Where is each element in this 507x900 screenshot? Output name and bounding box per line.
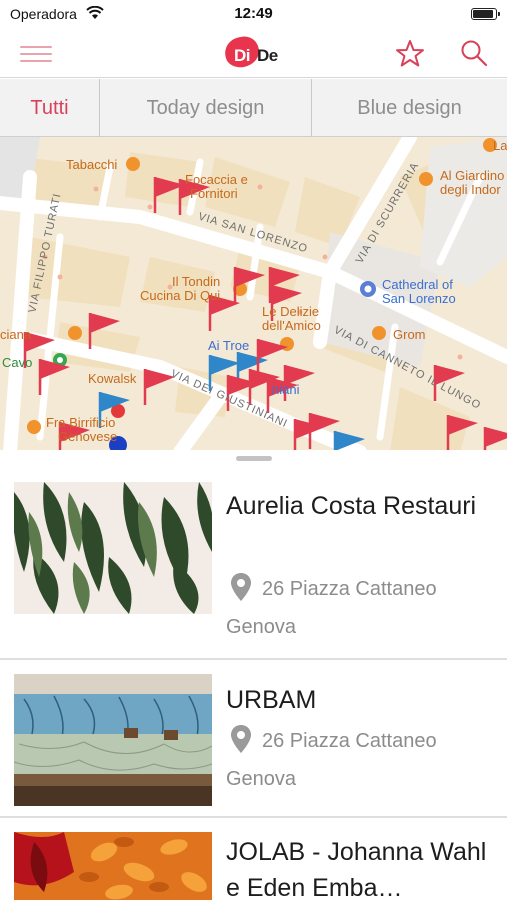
map-label: Cavo xyxy=(2,355,33,370)
map-label: degli Indor xyxy=(440,182,501,197)
place-city: Genova xyxy=(226,768,297,790)
place-thumbnail xyxy=(14,674,212,806)
place-card[interactable]: Aurelia Costa Restauri 26 Piazza Cattane… xyxy=(0,468,507,660)
map-label: Al Giardino xyxy=(440,168,505,183)
tab-today-design[interactable]: Today design xyxy=(100,79,312,137)
map-label: Ai Troe xyxy=(208,338,250,353)
map-label: Cathedral of xyxy=(382,277,453,292)
place-thumbnail xyxy=(14,832,212,900)
map-label: Kowalsk xyxy=(88,371,137,386)
place-title: URBAM xyxy=(226,686,317,714)
map-label: Grom xyxy=(393,327,426,342)
filter-tabs: Tutti Today design Blue design xyxy=(0,79,507,137)
logo-de-text: De xyxy=(257,46,278,65)
place-thumbnail xyxy=(14,482,212,614)
tab-tutti[interactable]: Tutti xyxy=(0,79,100,137)
places-list[interactable]: Aurelia Costa Restauri 26 Piazza Cattane… xyxy=(0,450,507,900)
tab-blue-design[interactable]: Blue design xyxy=(312,79,507,137)
place-title: Aurelia Costa Restauri xyxy=(226,492,477,520)
place-city: Genova xyxy=(226,616,297,638)
map-label: Fra Birrificio xyxy=(46,415,116,430)
star-icon[interactable] xyxy=(395,39,425,73)
map-label: Focaccia e xyxy=(185,172,248,187)
sheet-grabber[interactable] xyxy=(236,456,272,461)
map-label: Il Tondin xyxy=(172,274,221,289)
place-title: JOLAB - Johanna Wahl e Eden Emba… xyxy=(226,838,487,900)
navigation-bar: Di De xyxy=(0,30,507,78)
location-pin-icon xyxy=(231,725,251,753)
search-icon[interactable] xyxy=(460,39,488,72)
map-label: San Lorenzo xyxy=(382,291,456,306)
place-address: 26 Piazza Cattaneo xyxy=(262,578,437,600)
map-view[interactable]: Tabacchi Focaccia e Fornitori Al Giardin… xyxy=(0,137,507,452)
map-label: Le Delizie xyxy=(262,304,320,319)
place-card[interactable]: URBAM 26 Piazza Cattaneo Genova xyxy=(0,662,507,818)
status-time: 12:49 xyxy=(234,5,273,22)
logo-di-text: Di xyxy=(234,46,251,65)
map-label: Genovese xyxy=(58,429,118,444)
place-card[interactable]: JOLAB - Johanna Wahl e Eden Emba… xyxy=(0,820,507,900)
menu-icon[interactable] xyxy=(20,42,52,66)
app-logo: Di De xyxy=(222,33,285,72)
map-label: niani xyxy=(272,382,300,397)
map-label: La xyxy=(493,138,507,153)
place-address: 26 Piazza Cattaneo xyxy=(262,730,437,752)
map-label: Tabacchi xyxy=(66,157,118,172)
map-label: Fornitori xyxy=(190,186,238,201)
status-bar: Operadora 12:49 xyxy=(0,0,507,30)
battery-icon xyxy=(471,8,500,20)
location-pin-icon xyxy=(231,573,251,601)
map-label: ciana xyxy=(0,327,32,342)
map-label: Cucina Di Qui xyxy=(140,288,221,303)
map-label: dell'Amico xyxy=(262,318,321,333)
